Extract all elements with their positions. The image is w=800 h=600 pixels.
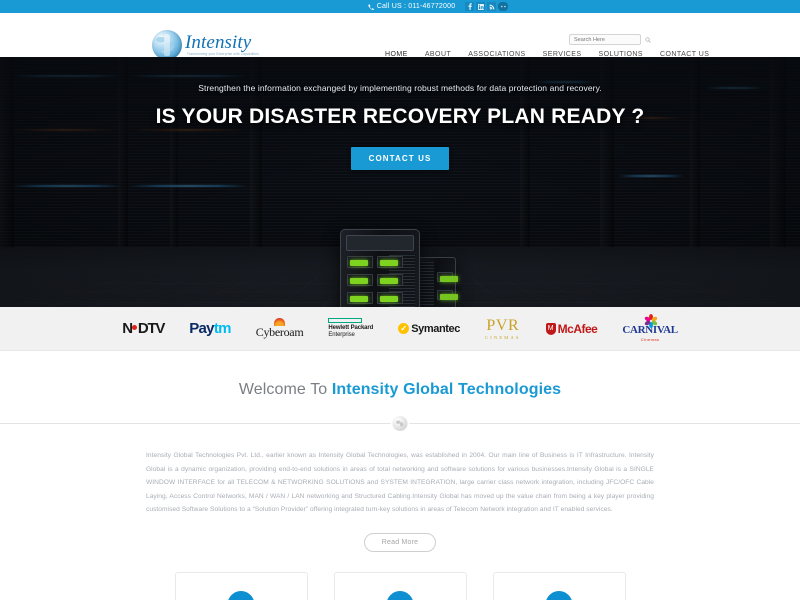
page-title: Welcome To Intensity Global Technologies [0,381,800,399]
carnival-sub-text: Cinemas [640,336,660,342]
feature-card-1[interactable] [174,571,308,600]
welcome-section: Welcome To Intensity Global Technologies… [0,351,800,600]
symantec-check-icon: ✓ [398,323,410,334]
read-more-wrap: Read More [0,531,800,552]
feature-card-2-circle-icon [386,590,414,600]
site-logo[interactable]: Intensity Transforming your Enterprise w… [152,30,259,60]
mcafee-logo: M McAfee [545,316,598,342]
hero-subtitle: Strengthen the information exchanged by … [198,83,602,93]
top-utility-bar-inner: Call US : 011-46772000 [368,2,509,11]
ndtv-logo: N DTV [122,316,166,342]
feature-card-2[interactable] [333,571,467,600]
paytm-tm-text: tm [213,320,232,337]
paytm-logo: Paytm [189,316,231,342]
phone-contact[interactable]: Call US : 011-46772000 [368,3,456,10]
mcafee-shield-icon: M [545,322,556,335]
cyberoam-logo: Cyberoam [256,316,304,342]
hpe-line-2: Enterprise [328,332,355,338]
rss-icon[interactable] [487,2,497,11]
server-unit-primary [340,229,420,307]
about-paragraph: Intensity Global Technologies Pvt. Ltd.,… [146,452,654,514]
welcome-prefix: Welcome To [238,381,332,398]
feature-card-3-circle-icon [545,590,573,600]
hero-content: Strengthen the information exchanged by … [0,83,800,170]
social-links [465,2,509,11]
pvr-sub-text: CINEMAS [485,334,521,340]
search-input[interactable] [574,36,645,43]
hero-title: IS YOUR DISASTER RECOVERY PLAN READY ? [155,105,645,128]
top-utility-bar: Call US : 011-46772000 [0,0,800,13]
symantec-text: Symantec [411,322,460,335]
hpe-line-1: Hewlett Packard [328,325,374,332]
carnival-pinwheel-icon [643,314,658,329]
site-header: Intensity Transforming your Enterprise w… [0,13,800,62]
linkedin-icon[interactable] [476,2,486,11]
globe-icon [152,30,182,60]
hpe-bar-icon [328,318,363,324]
phone-icon [368,3,374,10]
more-icon[interactable] [498,2,509,11]
hero-banner: Strengthen the information exchanged by … [0,57,800,307]
mcafee-text: McAfee [557,321,598,336]
hewlett-packard-enterprise-logo: Hewlett Packard Enterprise [328,316,373,342]
logo-wordmark: Intensity [185,32,252,54]
welcome-company-name: Intensity Global Technologies [331,381,562,398]
logo-text-wrap: Intensity Transforming your Enterprise w… [185,33,259,56]
symantec-logo: ✓ Symantec [398,316,460,342]
phone-text: Call US : 011-46772000 [376,3,456,10]
pvr-cinemas-logo: PVR CINEMAS [485,316,521,342]
paytm-pay-text: Pay [189,320,214,337]
client-logo-strip: N DTV Paytm Cyberoam Hewlett Packard Ente… [0,307,800,351]
feature-card-1-circle-icon [227,590,255,600]
pvr-text: PVR [486,316,520,334]
facebook-icon[interactable] [465,2,475,11]
globe-ornament-icon [392,416,408,431]
carnival-cinemas-logo: CARNIVAL Cinemas [622,314,678,342]
feature-card-3[interactable] [492,571,626,600]
ndtv-letter-n: N [122,320,133,337]
cyberoam-text: Cyberoam [255,324,304,339]
section-divider [0,415,800,431]
search-box[interactable] [569,34,651,45]
ndtv-letters-dtv: DTV [137,320,166,337]
hero-contact-us-button[interactable]: CONTACT US [350,147,450,170]
search-icon[interactable] [645,36,651,43]
read-more-button[interactable]: Read More [363,532,437,552]
ndtv-dot-icon [132,324,138,330]
feature-cards [0,571,800,600]
